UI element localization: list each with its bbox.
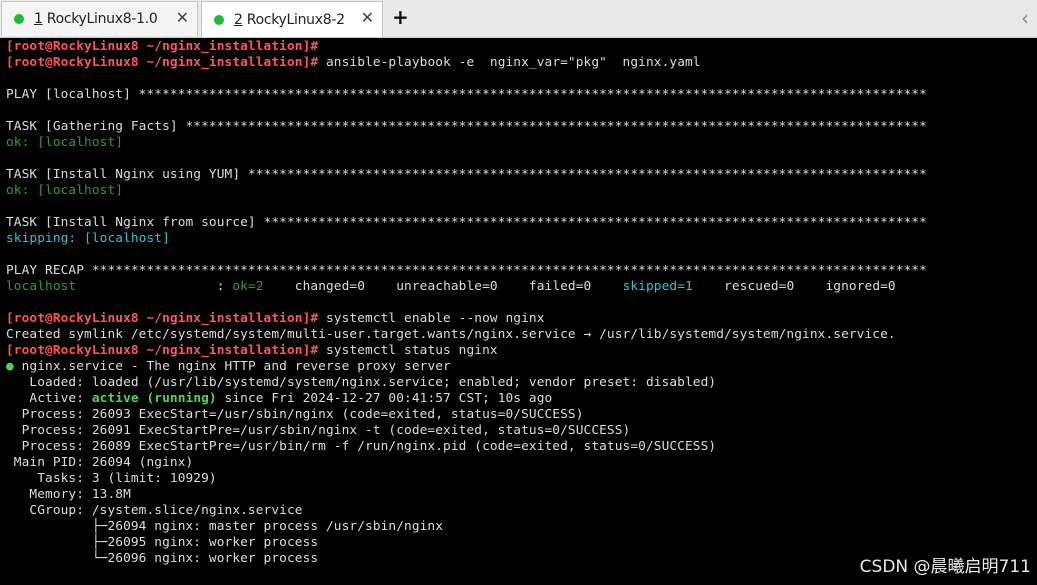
task-result-ok: ok: [localhost] <box>6 135 124 150</box>
process-line: Process: 26091 ExecStartPre=/usr/sbin/ng… <box>6 423 631 438</box>
terminal-line: [root@RockyLinux8 ~/nginx_installation]# <box>6 39 1037 55</box>
task-result-skipping: skipping: [localhost] <box>6 231 170 246</box>
cgroup-process: ├─26094 nginx: master process /usr/sbin/… <box>6 519 444 534</box>
recap-counts: changed=0 unreachable=0 failed=0 <box>263 279 623 294</box>
cgroup-line: CGroup: /system.slice/nginx.service <box>6 503 303 518</box>
tab-label: 2 RockyLinux8-2 <box>234 12 345 28</box>
tab-rockylinux8-1[interactable]: 1 RockyLinux8-1.0 ✕ <box>1 1 198 36</box>
recap-line: localhost : ok=2 changed=0 unreachable=0… <box>6 279 1037 295</box>
symlink-message: Created symlink /etc/systemd/system/mult… <box>6 327 896 342</box>
cgroup-process: ├─26095 nginx: worker process <box>6 535 319 550</box>
tab-title: RockyLinux8-1.0 <box>46 11 158 27</box>
active-line: Active: active (running) since Fri 2024-… <box>6 391 1037 407</box>
service-title-line: ● nginx.service - The nginx HTTP and rev… <box>6 359 1037 375</box>
task-header: TASK [Install Nginx from source] *******… <box>6 215 927 230</box>
task-header: TASK [Install Nginx using YUM] *********… <box>6 167 927 182</box>
close-icon[interactable]: ✕ <box>176 8 189 27</box>
terminal-line: [root@RockyLinux8 ~/nginx_installation]#… <box>6 343 1037 359</box>
new-tab-button[interactable]: + <box>392 5 409 29</box>
command-text: ansible-playbook -e nginx_var="pkg" ngin… <box>318 55 701 70</box>
shell-prompt: [root@RockyLinux8 ~/nginx_installation]# <box>6 39 319 54</box>
main-pid-line: Main PID: 26094 (nginx) <box>6 455 194 470</box>
watermark: CSDN @晨曦启明711 <box>859 557 1031 577</box>
process-line: Process: 26089 ExecStartPre=/usr/bin/rm … <box>6 439 717 454</box>
shell-prompt: [root@RockyLinux8 ~/nginx_installation]# <box>6 311 319 326</box>
shell-prompt: [root@RockyLinux8 ~/nginx_installation]# <box>6 55 319 70</box>
recap-ok: ok=2 <box>232 279 264 294</box>
memory-line: Memory: 13.8M <box>6 487 131 502</box>
tab-number: 2 <box>234 11 243 28</box>
session-connected-icon <box>214 14 224 25</box>
tab-label: 1 RockyLinux8-1.0 <box>34 11 158 27</box>
process-line: Process: 26093 ExecStart=/usr/sbin/nginx… <box>6 407 584 422</box>
tab-rockylinux8-2[interactable]: 2 RockyLinux8-2 ✕ <box>201 1 383 37</box>
recap-host: localhost <box>6 279 77 294</box>
active-since: since Fri 2024-12-27 00:41:57 CST; 10s a… <box>216 391 553 406</box>
tab-title: RockyLinux8-2 <box>246 11 345 28</box>
task-header: TASK [Gathering Facts] *****************… <box>6 119 927 134</box>
terminal-line: [root@RockyLinux8 ~/nginx_installation]#… <box>6 311 1037 327</box>
task-result-ok: ok: [localhost] <box>6 183 124 198</box>
play-recap-header: PLAY RECAP *****************************… <box>6 263 927 278</box>
recap-separator: : <box>76 279 233 294</box>
active-label: Active: <box>6 391 92 406</box>
tab-bar: 1 RockyLinux8-1.0 ✕ 2 RockyLinux8-2 ✕ + … <box>0 0 1037 38</box>
service-title: nginx.service - The nginx HTTP and rever… <box>13 359 451 374</box>
close-icon[interactable]: ✕ <box>361 8 374 27</box>
chevron-left-icon[interactable]: ‹ <box>1021 6 1029 30</box>
loaded-line: Loaded: loaded (/usr/lib/systemd/system/… <box>6 375 717 390</box>
tasks-line: Tasks: 3 (limit: 10929) <box>6 471 217 486</box>
command-text: systemctl status nginx <box>318 343 498 358</box>
tab-number: 1 <box>34 11 43 27</box>
recap-skipped: skipped=1 <box>622 279 693 294</box>
session-connected-icon <box>14 14 24 24</box>
command-text: systemctl enable --now nginx <box>318 311 545 326</box>
recap-counts-end: rescued=0 ignored=0 <box>692 279 896 294</box>
shell-prompt: [root@RockyLinux8 ~/nginx_installation]# <box>6 343 319 358</box>
terminal-output[interactable]: [root@RockyLinux8 ~/nginx_installation]#… <box>0 38 1037 585</box>
status-dot-icon: ● <box>6 359 14 374</box>
terminal-line: [root@RockyLinux8 ~/nginx_installation]#… <box>6 55 1037 71</box>
play-header: PLAY [localhost] ***********************… <box>6 87 927 102</box>
active-state: active (running) <box>91 391 217 406</box>
